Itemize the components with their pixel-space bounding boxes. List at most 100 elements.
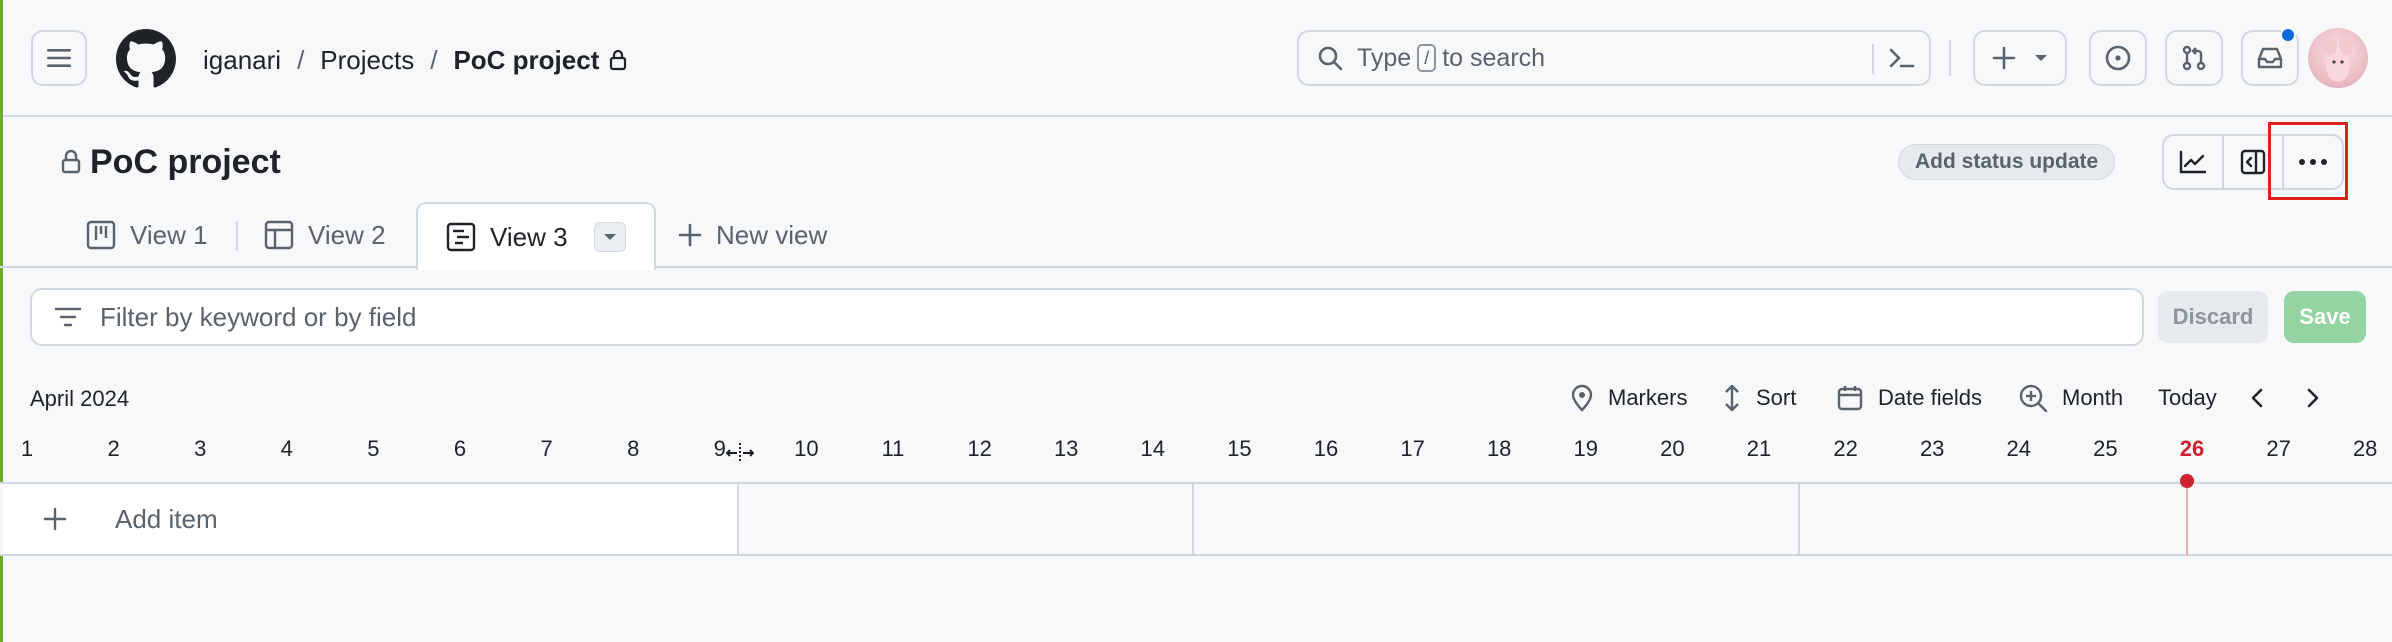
day-label: 28: [2352, 436, 2378, 461]
tab-view-3[interactable]: View 3: [416, 202, 656, 270]
avatar-image: [2323, 37, 2353, 82]
day-label: 15: [1227, 436, 1252, 461]
day-label: 10: [794, 436, 819, 461]
day-label: 14: [1140, 436, 1166, 461]
filter-input[interactable]: Filter by keyword or by field: [30, 288, 2144, 346]
day-label: 12: [967, 436, 992, 461]
insights-button[interactable]: [2164, 136, 2224, 188]
filter-icon: [54, 307, 82, 327]
add-status-update-button[interactable]: Add status update: [1898, 144, 2116, 180]
day-label: 5: [367, 436, 380, 461]
command-palette-icon[interactable]: [1887, 44, 1917, 72]
day-label: 17: [1400, 436, 1425, 461]
calendar-icon: [1837, 386, 1863, 411]
day-label: 19: [1573, 436, 1599, 461]
chevron-right-icon: [2307, 388, 2319, 408]
view-tabs: View 1 View 2 View 3 New view: [0, 202, 2392, 270]
month-label: April 2024: [30, 386, 130, 411]
sort-button[interactable]: Sort: [1722, 380, 1796, 416]
today-button[interactable]: Today: [2158, 380, 2217, 416]
avatar[interactable]: [2308, 28, 2368, 88]
today-marker-line: [2186, 484, 2188, 556]
issue-opened-icon: [2105, 45, 2131, 71]
header-divider: [1949, 40, 1951, 76]
triangle-down-icon: [603, 234, 616, 240]
sort-label: Sort: [1756, 385, 1797, 410]
day-label: 23: [1919, 436, 1945, 461]
day-label: 8: [627, 436, 640, 461]
tab-label: View 3: [490, 221, 568, 252]
chevron-left-icon: [2251, 388, 2263, 408]
markers-label: Markers: [1608, 385, 1688, 410]
search-placeholder-prefix: Type: [1357, 43, 1412, 72]
day-label: 3: [194, 436, 207, 461]
search-input[interactable]: Type / to search: [1297, 30, 1931, 86]
new-view-button[interactable]: New view: [678, 202, 827, 268]
previous-period-button[interactable]: [2248, 380, 2268, 416]
tab-view-1[interactable]: View 1: [86, 202, 208, 268]
next-period-button[interactable]: [2302, 380, 2322, 416]
table-icon: [264, 220, 294, 250]
inbox-icon: [2257, 47, 2283, 69]
day-label: 11: [881, 436, 905, 461]
zoom-in-icon: [2019, 384, 2048, 413]
search-icon: [1318, 46, 1343, 71]
discard-button[interactable]: Discard: [2158, 291, 2268, 343]
search-shortcut-key: /: [1417, 44, 1437, 72]
filter-placeholder: Filter by keyword or by field: [100, 301, 417, 332]
day-scale: 1 2 3 4 5 6 7 8 9 10 11 12 13 14 15 16 17 18 19 20 21 22 23 24 2…: [0, 436, 2392, 472]
hamburger-icon: [47, 49, 71, 67]
today-label: Today: [2158, 385, 2217, 410]
today-marker-dot: [2180, 474, 2194, 488]
highlight-box: [2268, 122, 2348, 200]
day-label: 6: [453, 436, 467, 461]
date-fields-button[interactable]: Date fields: [1836, 380, 1982, 416]
global-header: iganari / Projects / PoC project Type / …: [3, 0, 2392, 117]
save-button[interactable]: Save: [2284, 291, 2366, 343]
pull-requests-button[interactable]: [2165, 30, 2223, 86]
github-logo-icon[interactable]: [116, 29, 176, 89]
pull-request-icon: [2182, 45, 2206, 71]
notification-indicator: [2280, 27, 2296, 43]
breadcrumb-projects[interactable]: Projects: [320, 45, 414, 76]
menu-button[interactable]: [31, 30, 87, 86]
lock-icon: [610, 49, 627, 71]
breadcrumb: iganari / Projects / PoC project: [203, 40, 627, 80]
create-new-button[interactable]: [1973, 30, 2067, 86]
graph-icon: [2179, 150, 2207, 174]
breadcrumb-separator: /: [297, 44, 305, 75]
breadcrumb-owner[interactable]: iganari: [203, 45, 281, 76]
day-label: 20: [1660, 436, 1685, 461]
project-title: PoC project: [60, 140, 281, 184]
day-label: 4: [280, 436, 293, 461]
breadcrumb-separator: /: [430, 44, 438, 75]
caret-down-icon: [2035, 55, 2047, 61]
add-item-row[interactable]: Add item: [3, 484, 739, 556]
view-options-button[interactable]: [593, 222, 626, 252]
issues-button[interactable]: [2089, 30, 2147, 86]
plus-icon: [43, 507, 67, 531]
tab-label: View 2: [308, 219, 386, 250]
search-divider: [1872, 44, 1874, 74]
day-label: 16: [1313, 436, 1339, 461]
search-placeholder-suffix: to search: [1442, 43, 1546, 72]
day-label: 25: [2093, 436, 2118, 461]
markers-button[interactable]: Markers: [1570, 380, 1687, 416]
column-resize-icon[interactable]: [726, 442, 754, 464]
board-icon: [86, 220, 116, 250]
plus-icon: [678, 223, 702, 247]
date-fields-label: Date fields: [1878, 385, 1982, 410]
day-label-today: 26: [2179, 436, 2205, 461]
day-label: 7: [540, 436, 553, 461]
project-title-text[interactable]: PoC project: [90, 143, 281, 182]
day-label: 22: [1833, 436, 1858, 461]
zoom-level-button[interactable]: Month: [2018, 380, 2123, 416]
day-label: 27: [2266, 436, 2291, 461]
day-label: 13: [1053, 436, 1079, 461]
lock-icon: [61, 149, 81, 174]
tab-view-2[interactable]: View 2: [264, 202, 386, 268]
week-divider: [1192, 484, 1194, 556]
breadcrumb-project[interactable]: PoC project: [453, 45, 599, 76]
day-label: 21: [1746, 436, 1772, 461]
day-label: 18: [1486, 436, 1512, 461]
